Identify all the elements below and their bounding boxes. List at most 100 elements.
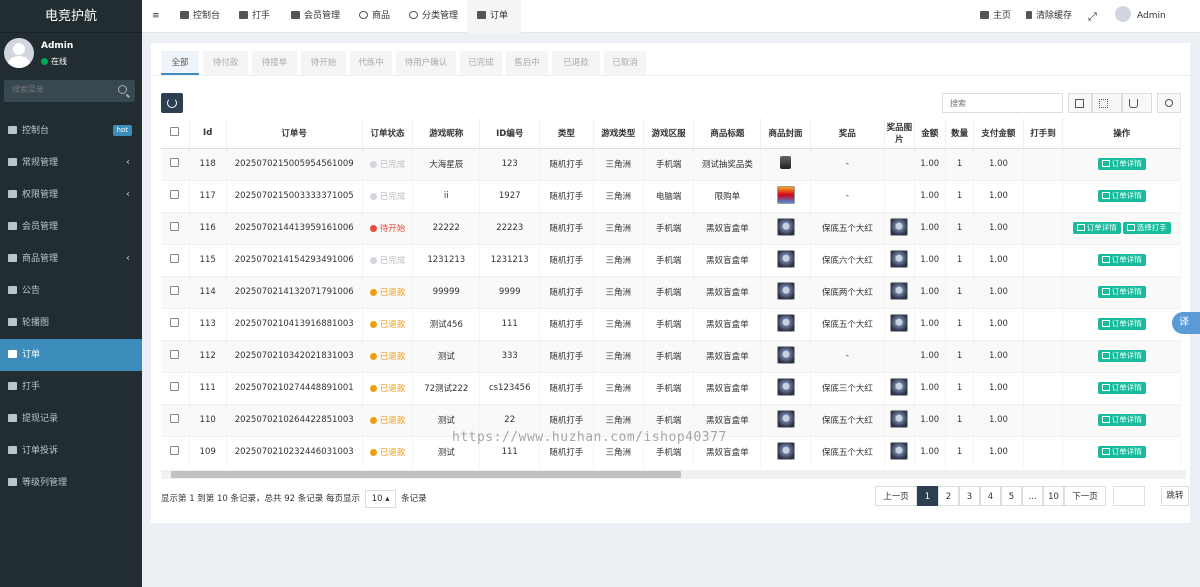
page-number-button[interactable]: 4 [980,486,1001,506]
sidebar-item-10[interactable]: 订单投诉 [0,435,142,467]
row-select[interactable] [161,180,190,213]
home-link[interactable]: 主页 [980,0,1011,33]
nav-tab-orders[interactable]: 订单 [467,0,521,33]
row-checkbox[interactable] [170,286,180,295]
order-action-button[interactable]: 选择打手 [1122,222,1171,234]
sidebar-item-4[interactable]: 商品管理 ‹ [0,243,142,275]
status-tab-7[interactable]: 售后中 [506,51,548,75]
product-cover-image[interactable] [776,409,795,428]
sidebar-item-2[interactable]: 权限管理 ‹ [0,179,142,211]
row-checkbox[interactable] [170,318,180,327]
advanced-search-button[interactable] [1157,93,1181,113]
row-checkbox[interactable] [170,254,180,263]
order-action-button[interactable]: 订单详情 [1097,318,1146,330]
page-number-button[interactable]: ... [1022,486,1043,506]
product-cover-image[interactable] [780,156,792,169]
order-action-button[interactable]: 订单详情 [1097,286,1146,298]
sidebar-item-3[interactable]: 会员管理 [0,211,142,243]
row-select[interactable] [161,276,190,309]
status-tab-8[interactable]: 已退款 [552,51,600,75]
column-header[interactable]: 订单状态 [362,118,414,149]
table-row[interactable]: 117 2025070215003333371005 已完成 ii 1927 随机打手 三角… [161,180,1181,213]
column-header[interactable]: 操作 [1062,118,1181,149]
nav-tab-goods[interactable]: 商品 [359,0,390,33]
row-select[interactable] [161,244,190,277]
product-cover-image[interactable] [776,281,795,300]
column-header[interactable]: 数量 [945,118,975,149]
sidebar-item-5[interactable]: 公告 [0,275,142,307]
page-number-button[interactable]: 10 [1043,486,1064,506]
table-row[interactable]: 112 2025070210342021831003 已退款 测试 333 随机打手 三角洲… [161,340,1181,373]
prize-image[interactable] [890,377,909,396]
status-tab-5[interactable]: 待用户确认 [396,51,456,75]
prize-image[interactable] [890,313,909,332]
select-all-checkbox[interactable] [170,126,180,136]
page-number-button[interactable]: 2 [938,486,959,506]
column-header[interactable]: 游戏昵称 [412,118,481,149]
column-header[interactable]: 商品标题 [693,118,762,149]
order-action-button[interactable]: 订单详情 [1097,254,1146,266]
header-select-all[interactable] [161,118,190,149]
sidebar-search-input[interactable] [4,80,114,99]
horizontal-scrollbar[interactable] [161,470,1186,479]
menu-toggle-button[interactable]: ≡ [152,0,160,33]
column-header[interactable]: 金额 [914,118,946,149]
prev-page-button[interactable]: 上一页 [875,486,917,506]
sidebar-item-11[interactable]: 等级列管理 [0,467,142,499]
column-header[interactable]: 游戏区服 [643,118,695,149]
admin-menu[interactable]: Admin [1115,0,1166,33]
table-row[interactable]: 118 2025070215005954561009 已完成 大海星辰 123 随机打手三… [161,148,1181,181]
refresh-button[interactable] [161,93,183,113]
status-tab-6[interactable]: 已完成 [460,51,502,75]
status-tab-0[interactable]: 全部 [161,51,199,75]
prize-image[interactable] [890,249,909,268]
column-header[interactable]: 奖品图片 [884,118,915,149]
order-action-button[interactable]: 订单详情 [1097,350,1146,362]
row-select[interactable] [161,340,190,373]
row-select[interactable] [161,308,190,341]
column-header[interactable]: 订单号 [226,118,363,149]
prize-image[interactable] [890,281,909,300]
row-checkbox[interactable] [170,446,180,455]
status-tab-2[interactable]: 待接单 [252,51,297,75]
status-tab-1[interactable]: 待付款 [203,51,248,75]
order-action-button[interactable]: 订单详情 [1072,222,1121,234]
product-cover-image[interactable] [776,441,795,460]
row-checkbox[interactable] [170,414,180,423]
product-cover-image[interactable] [776,345,795,364]
row-select[interactable] [161,436,190,468]
toggle-view-button[interactable] [1068,93,1092,113]
table-search-input[interactable] [942,93,1063,113]
table-row[interactable]: 114 2025070214132071791006 已退款 99999 9999 随机打… [161,276,1181,309]
row-checkbox[interactable] [170,222,180,231]
column-header[interactable]: 类型 [539,118,594,149]
column-header[interactable]: 奖品 [810,118,886,149]
prize-image[interactable] [890,441,909,460]
column-header[interactable]: 支付金额 [973,118,1024,149]
nav-tab-members[interactable]: 会员管理 [291,0,340,33]
columns-button[interactable] [1092,93,1122,113]
column-header[interactable]: Id [189,118,227,149]
nav-tab-booster[interactable]: 打手 [239,0,270,33]
page-size-select[interactable]: 10 ▴ [364,490,397,508]
column-header[interactable]: 打手到 [1023,118,1064,149]
row-select[interactable] [161,148,190,181]
table-row[interactable]: 116 2025070214413959161006 待开始 22222 22223 随机… [161,212,1181,245]
column-header[interactable]: ID编号 [479,118,541,149]
search-icon[interactable] [118,85,127,94]
row-select[interactable] [161,372,190,405]
page-number-button[interactable]: 3 [959,486,980,506]
row-checkbox[interactable] [170,382,180,391]
order-action-button[interactable]: 订单详情 [1097,382,1146,394]
row-select[interactable] [161,212,190,245]
order-action-button[interactable]: 订单详情 [1097,414,1146,426]
column-header[interactable]: 游戏类型 [593,118,644,149]
table-row[interactable]: 113 2025070210413916881003 已退款 测试456 111 随机打手… [161,308,1181,341]
order-action-button[interactable]: 订单详情 [1097,158,1146,170]
product-cover-image[interactable] [776,217,795,236]
row-checkbox[interactable] [170,190,180,199]
sidebar-item-6[interactable]: 轮播图 [0,307,142,339]
prize-image[interactable] [890,217,909,236]
page-number-button[interactable]: 5 [1001,486,1022,506]
order-action-button[interactable]: 订单详情 [1097,190,1146,202]
